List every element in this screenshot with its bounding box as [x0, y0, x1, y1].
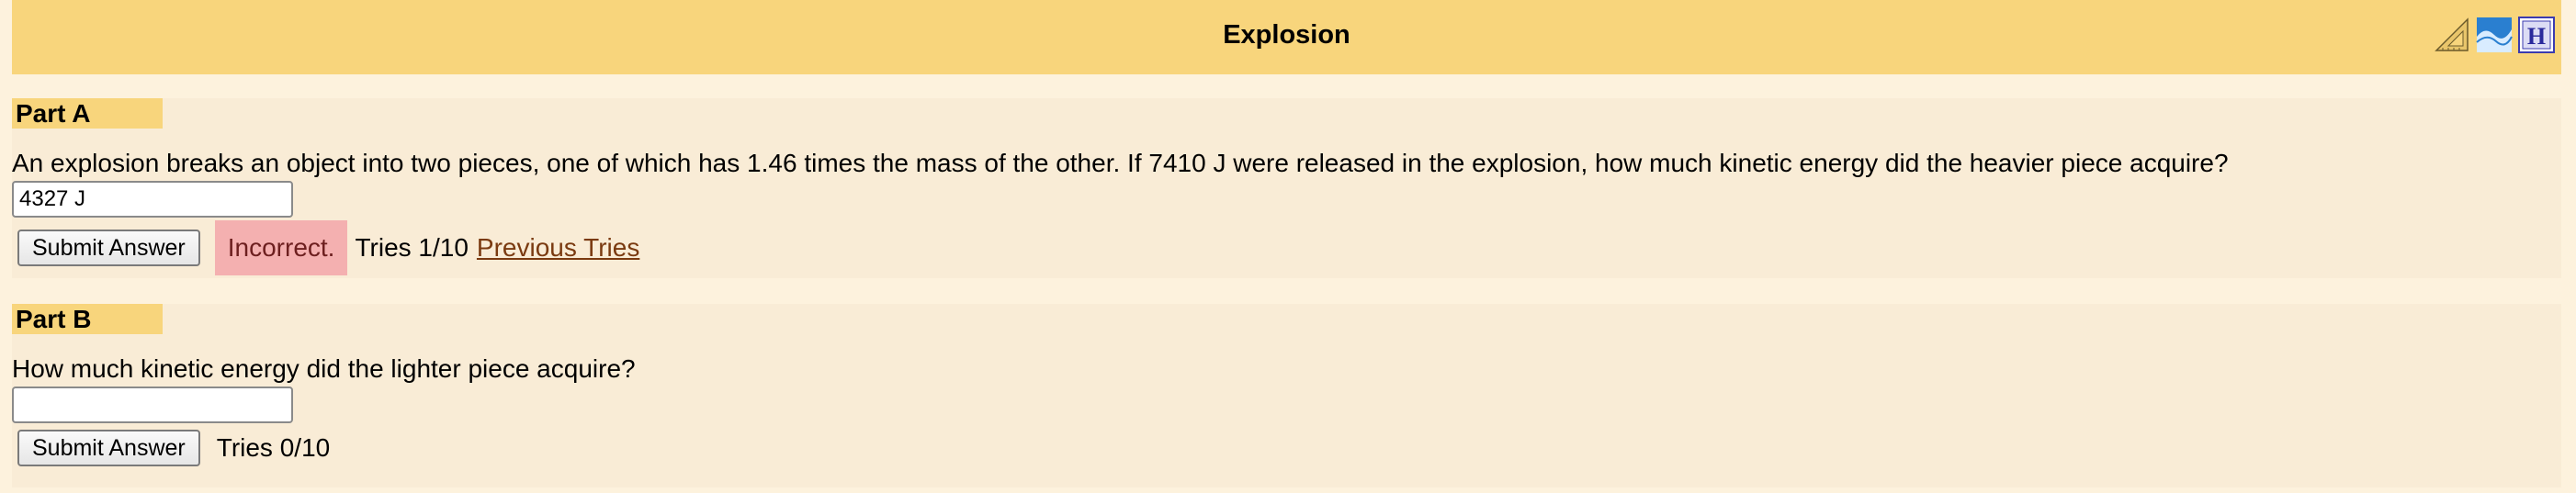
- bookmark-wave-icon[interactable]: [2476, 17, 2513, 53]
- part-b-question: How much kinetic energy did the lighter …: [12, 354, 636, 383]
- page: Explosion H Part A An explosion breaks a…: [0, 0, 2576, 493]
- part-b-tries-count: Tries 0/10: [216, 433, 331, 462]
- part-a-submit-button[interactable]: Submit Answer: [17, 230, 200, 266]
- part-b-label: Part B: [12, 304, 163, 334]
- part-a-question: An explosion breaks an object into two p…: [12, 149, 2229, 177]
- part-b-submit-button[interactable]: Submit Answer: [17, 430, 200, 466]
- problem-header: Explosion H: [12, 0, 2561, 74]
- part-b-submit-row: Submit Answer Tries 0/10: [12, 420, 330, 476]
- part-a-previous-tries-link[interactable]: Previous Tries: [477, 233, 639, 263]
- part-a-answer-input[interactable]: [12, 181, 293, 218]
- svg-text:H: H: [2527, 23, 2546, 50]
- part-a-feedback-badge: Incorrect.: [214, 220, 348, 275]
- part-a-section: Part A An explosion breaks an object int…: [12, 98, 2561, 278]
- problem-title: Explosion: [1223, 20, 1350, 50]
- part-a-submit-row: Submit Answer Incorrect. Tries 1/10 Prev…: [12, 220, 639, 275]
- part-a-tries-count: Tries 1/10: [355, 233, 469, 262]
- part-a-label: Part A: [12, 98, 163, 129]
- help-h-icon[interactable]: H: [2518, 17, 2555, 53]
- ruler-triangle-icon[interactable]: [2434, 17, 2470, 53]
- part-b-section: Part B How much kinetic energy did the l…: [12, 304, 2561, 487]
- part-b-answer-input[interactable]: [12, 387, 293, 423]
- header-tools: H: [2434, 17, 2555, 53]
